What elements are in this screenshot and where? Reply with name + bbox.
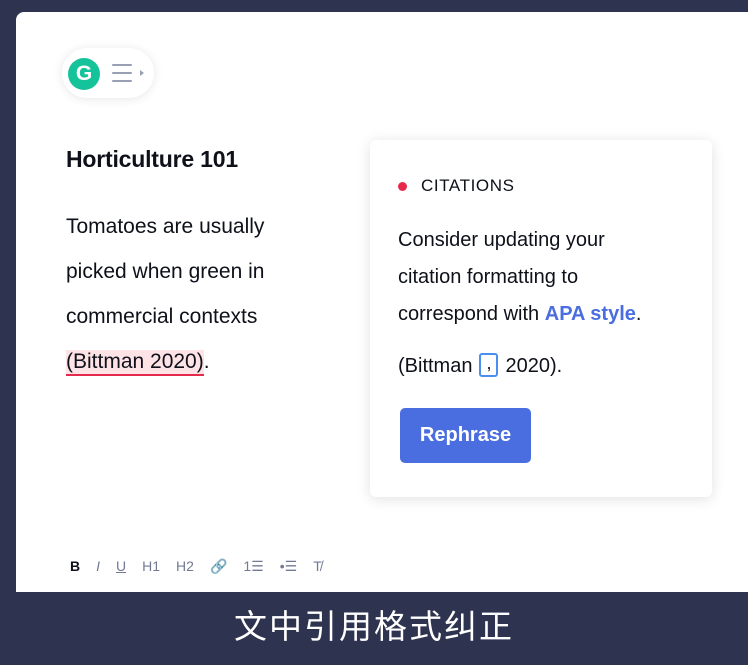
preview-text-after: 2020). (505, 354, 563, 377)
comma-char: , (486, 353, 492, 373)
document-body[interactable]: Tomatoes are usually picked when green i… (66, 204, 346, 384)
highlighted-citation[interactable]: (Bittman 2020) (66, 350, 204, 376)
message-period: . (635, 303, 642, 325)
inserted-comma: , (479, 353, 499, 377)
body-line: (Bittman 2020). (66, 339, 346, 384)
grammarly-logo-icon[interactable]: G (68, 58, 100, 90)
clear-format-icon[interactable]: T̸ (313, 558, 322, 574)
category-label: CITATIONS (421, 176, 515, 195)
apa-style-link[interactable]: APA style (545, 303, 636, 325)
message-line: citation formatting to (398, 266, 579, 288)
body-line: Tomatoes are usually (66, 215, 265, 238)
menu-icon[interactable] (112, 62, 148, 84)
suggestion-card: CITATIONS Consider updating your citatio… (370, 140, 712, 497)
body-line: picked when green in (66, 260, 265, 283)
alert-dot-icon (398, 181, 407, 191)
citation-period: . (203, 350, 210, 373)
suggestion-message: Consider updating your citation formatti… (398, 222, 698, 333)
message-line: Consider updating your (398, 229, 605, 251)
caption-banner: 文中引用格式纠正 (0, 592, 748, 665)
bold-button[interactable]: B (70, 558, 80, 574)
link-icon[interactable]: 🔗 (210, 558, 227, 575)
message-line: correspond with APA style. (398, 296, 698, 333)
suggestion-category: CITATIONS (398, 176, 515, 196)
preview-text-before: (Bittman (398, 354, 473, 377)
heading2-button[interactable]: H2 (176, 558, 194, 574)
heading1-button[interactable]: H1 (142, 558, 160, 574)
underline-button[interactable]: U (116, 558, 126, 574)
ordered-list-icon[interactable]: 1☰ (243, 558, 263, 575)
body-line: commercial contexts (66, 305, 258, 328)
bullet-list-icon[interactable]: •☰ (280, 558, 297, 575)
format-toolbar: B I U H1 H2 🔗 1☰ •☰ T̸ (70, 556, 338, 576)
document-title[interactable]: Horticulture 101 (66, 146, 238, 173)
italic-button[interactable]: I (96, 558, 100, 574)
suggestion-preview: (Bittman , 2020). (398, 353, 563, 378)
message-text: correspond with (398, 303, 545, 325)
rephrase-button[interactable]: Rephrase (400, 408, 531, 463)
